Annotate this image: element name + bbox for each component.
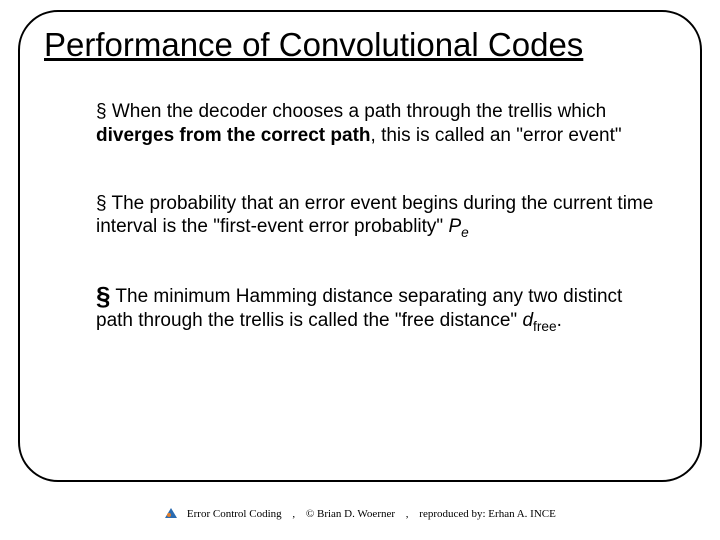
slide-footer: Error Control Coding , © Brian D. Woerne… [0, 507, 720, 520]
footer-sep: , [398, 508, 417, 520]
footer-sep: , [284, 508, 303, 520]
bullet-marker: § [96, 193, 107, 214]
footer-a: Error Control Coding [187, 508, 282, 520]
bullet-marker: § [96, 101, 107, 122]
bullet-bold: diverges from the correct path [96, 125, 371, 146]
footer-c: reproduced by: Erhan A. INCE [419, 508, 556, 520]
slide: Performance of Convolutional Codes § Whe… [0, 0, 720, 540]
var-d-sub: free [533, 319, 557, 334]
bullet-marker: § [96, 281, 110, 311]
bullet-text-post: , this is called an "error event" [371, 125, 622, 146]
bullet-text-post: . [557, 310, 562, 331]
bullet-3: § The minimum Hamming distance separatin… [96, 285, 660, 335]
bullet-2: § The probability that an error event be… [96, 192, 660, 242]
logo-icon [164, 507, 178, 519]
var-p: P [448, 216, 461, 237]
slide-body: § When the decoder chooses a path throug… [96, 100, 660, 335]
bullet-text-pre: The probability that an error event begi… [96, 193, 653, 238]
slide-title: Performance of Convolutional Codes [44, 26, 583, 64]
bullet-1: § When the decoder chooses a path throug… [96, 100, 660, 148]
var-d: d [522, 310, 533, 331]
footer-b: © Brian D. Woerner [306, 508, 395, 520]
var-p-sub: e [461, 225, 469, 240]
bullet-text-pre: When the decoder chooses a path through … [107, 101, 607, 122]
